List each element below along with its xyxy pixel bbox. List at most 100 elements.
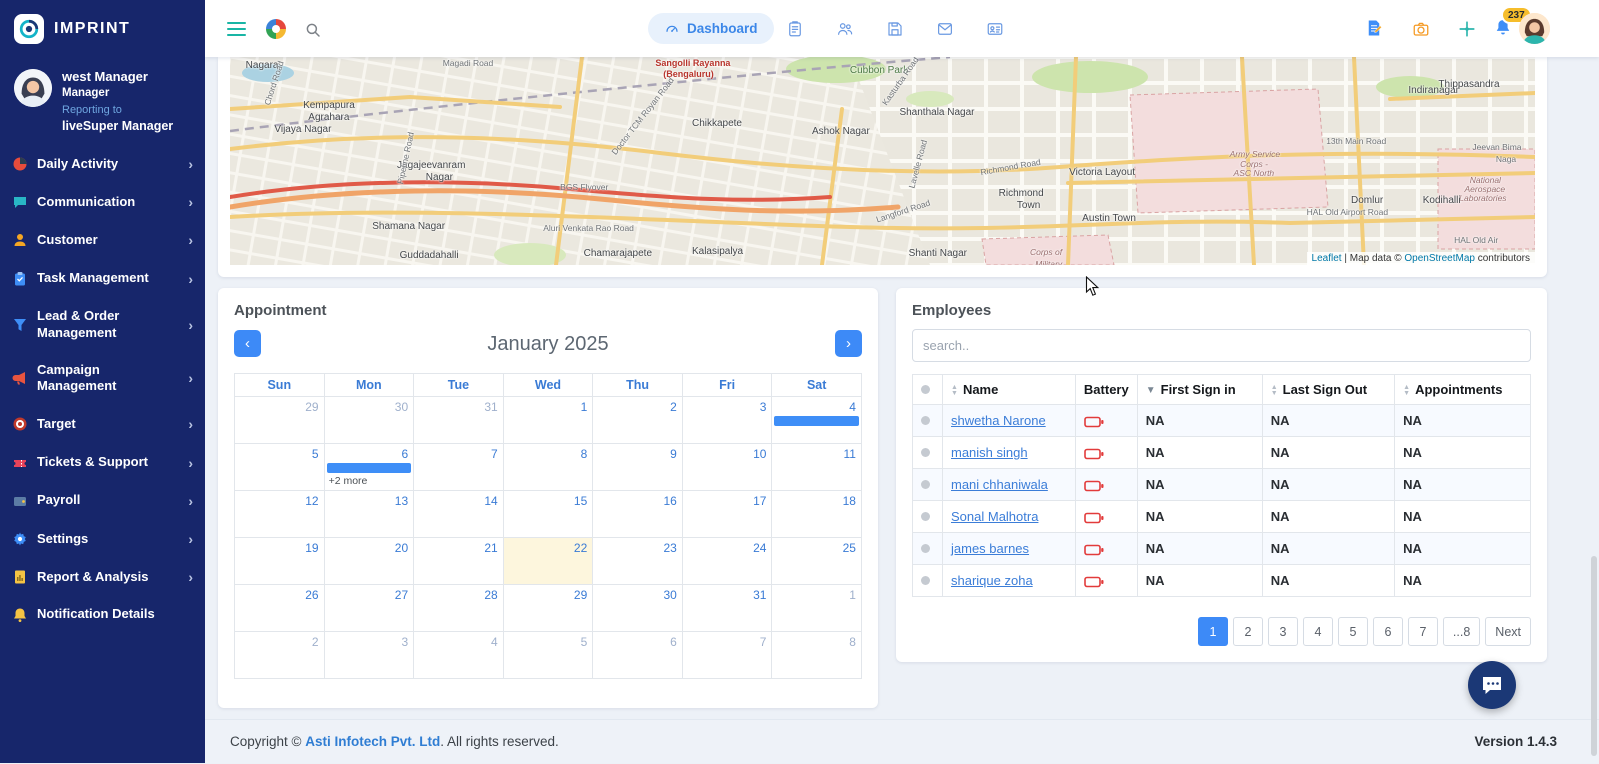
pagination-page-5[interactable]: 5 [1338, 617, 1368, 646]
calendar-day-cell[interactable]: 25 [772, 538, 862, 585]
camera-icon[interactable] [1412, 20, 1430, 38]
calendar-day-cell[interactable]: 27 [325, 585, 415, 632]
globe-orb-icon[interactable] [266, 19, 286, 39]
hamburger-menu-icon[interactable] [227, 22, 246, 40]
pagination-page-8[interactable]: ...8 [1443, 617, 1480, 646]
calendar-day-cell[interactable]: 29 [235, 397, 325, 444]
sidebar-item-communication[interactable]: Communication› [0, 183, 205, 221]
calendar-day-cell[interactable]: 3 [325, 632, 415, 679]
sidebar-item-campaign-management[interactable]: Campaign Management› [0, 352, 205, 406]
calendar-day-cell[interactable]: 1 [772, 585, 862, 632]
document-edit-icon[interactable] [1365, 19, 1383, 37]
pagination-page-4[interactable]: 4 [1303, 617, 1333, 646]
sidebar-item-customer[interactable]: Customer› [0, 221, 205, 259]
calendar-day-cell[interactable]: 7 [414, 444, 504, 491]
sidebar-item-payroll[interactable]: Payroll› [0, 482, 205, 520]
calendar-day-cell[interactable]: 22 [504, 538, 594, 585]
employee-name-link[interactable]: james barnes [951, 541, 1029, 556]
calendar-day-cell[interactable]: 4 [414, 632, 504, 679]
sidebar-item-report-analysis[interactable]: Report & Analysis› [0, 558, 205, 596]
calendar-day-cell[interactable]: 1 [504, 397, 594, 444]
pagination-page-1[interactable]: 1 [1198, 617, 1228, 646]
employee-row[interactable]: Sonal MalhotraNANANA [913, 501, 1531, 533]
user-profile[interactable]: west Manager Manager Reporting to liveSu… [0, 57, 205, 143]
calendar-day-cell[interactable]: 15 [504, 491, 594, 538]
search-icon[interactable] [304, 21, 322, 39]
employee-name-link[interactable]: shwetha Narone [951, 413, 1046, 428]
sidebar-item-task-management[interactable]: Task Management› [0, 260, 205, 298]
column-header-last-sign-out[interactable]: ▲▼Last Sign Out [1262, 375, 1394, 405]
calendar-day-cell[interactable]: 11 [772, 444, 862, 491]
sort-icon[interactable]: ▲▼ [951, 385, 958, 397]
page-scrollbar-thumb[interactable] [1591, 556, 1597, 756]
calendar-next-button[interactable]: › [835, 330, 862, 357]
calendar-day-cell[interactable]: 12 [235, 491, 325, 538]
calendar-day-cell[interactable]: 7 [683, 632, 773, 679]
calendar-day-cell[interactable]: 30 [325, 397, 415, 444]
pagination-page-2[interactable]: 2 [1233, 617, 1263, 646]
employee-name-link[interactable]: manish singh [951, 445, 1028, 460]
column-header-name[interactable]: ▲▼Name [943, 375, 1076, 405]
pagination-page-7[interactable]: 7 [1408, 617, 1438, 646]
topbar-avatar[interactable] [1519, 13, 1550, 44]
save-floppy-icon[interactable] [886, 20, 904, 38]
calendar-day-cell[interactable]: 19 [235, 538, 325, 585]
mail-icon[interactable] [936, 20, 954, 38]
sidebar-item-daily-activity[interactable]: Daily Activity› [0, 145, 205, 183]
calendar-day-cell[interactable]: 6+2 more [325, 444, 415, 491]
calendar-day-cell[interactable]: 18 [772, 491, 862, 538]
dashboard-nav-button[interactable]: Dashboard [648, 13, 774, 44]
calendar-day-cell[interactable]: 3 [683, 397, 773, 444]
employee-name-link[interactable]: sharique zoha [951, 573, 1033, 588]
calendar-day-cell[interactable]: 17 [683, 491, 773, 538]
employee-row[interactable]: shwetha NaroneNANANA [913, 405, 1531, 437]
id-card-icon[interactable] [986, 20, 1004, 38]
chat-fab-button[interactable] [1468, 661, 1516, 709]
calendar-day-cell[interactable]: 16 [593, 491, 683, 538]
calendar-day-cell[interactable]: 5 [504, 632, 594, 679]
calendar-event-bar[interactable] [774, 416, 859, 426]
employee-row[interactable]: james barnesNANANA [913, 533, 1531, 565]
calendar-prev-button[interactable]: ‹ [234, 330, 261, 357]
calendar-day-cell[interactable]: 31 [414, 397, 504, 444]
column-header-first-sign-in[interactable]: ▼First Sign in [1137, 375, 1262, 405]
sidebar-item-settings[interactable]: Settings› [0, 520, 205, 558]
employee-name-link[interactable]: Sonal Malhotra [951, 509, 1038, 524]
notification-bell-button[interactable]: 237 [1493, 18, 1513, 38]
team-users-icon[interactable] [836, 20, 854, 38]
calendar-more-link[interactable]: +2 more [329, 475, 368, 487]
calendar-day-cell[interactable]: 24 [683, 538, 773, 585]
sidebar-item-lead-order-management[interactable]: Lead & Order Management› [0, 298, 205, 352]
calendar-day-cell[interactable]: 23 [593, 538, 683, 585]
calendar-day-cell[interactable]: 14 [414, 491, 504, 538]
leaflet-map[interactable]: NagaraMagadi RoadSangolli Rayanna(Bengal… [230, 57, 1535, 265]
calendar-day-cell[interactable]: 30 [593, 585, 683, 632]
calendar-day-cell[interactable]: 2 [593, 397, 683, 444]
calendar-day-cell[interactable]: 2 [235, 632, 325, 679]
employee-name-link[interactable]: mani chhaniwala [951, 477, 1048, 492]
openstreetmap-link[interactable]: OpenStreetMap [1404, 253, 1475, 264]
employee-row[interactable]: mani chhaniwalaNANANA [913, 469, 1531, 501]
sort-desc-icon[interactable]: ▼ [1146, 386, 1156, 396]
company-link[interactable]: Asti Infotech Pvt. Ltd [305, 734, 440, 749]
calendar-day-cell[interactable]: 5 [235, 444, 325, 491]
calendar-day-cell[interactable]: 21 [414, 538, 504, 585]
employee-row[interactable]: sharique zohaNANANA [913, 565, 1531, 597]
calendar-day-cell[interactable]: 26 [235, 585, 325, 632]
integration-icon[interactable] [1458, 20, 1476, 38]
sidebar-item-notification-details[interactable]: Notification Details [0, 596, 205, 633]
pagination-page-6[interactable]: 6 [1373, 617, 1403, 646]
sidebar-item-target[interactable]: Target› [0, 405, 205, 443]
calendar-day-cell[interactable]: 6 [593, 632, 683, 679]
sort-icon[interactable]: ▲▼ [1403, 385, 1410, 397]
employee-search-input[interactable] [912, 329, 1531, 362]
sidebar-item-tickets-support[interactable]: Tickets & Support› [0, 444, 205, 482]
pagination-next-button[interactable]: Next [1485, 617, 1531, 646]
calendar-day-cell[interactable]: 9 [593, 444, 683, 491]
calendar-day-cell[interactable]: 28 [414, 585, 504, 632]
employee-row[interactable]: manish singhNANANA [913, 437, 1531, 469]
column-header-select[interactable] [913, 375, 943, 405]
leaflet-link[interactable]: Leaflet [1312, 253, 1342, 264]
pagination-page-3[interactable]: 3 [1268, 617, 1298, 646]
calendar-day-cell[interactable]: 4 [772, 397, 862, 444]
